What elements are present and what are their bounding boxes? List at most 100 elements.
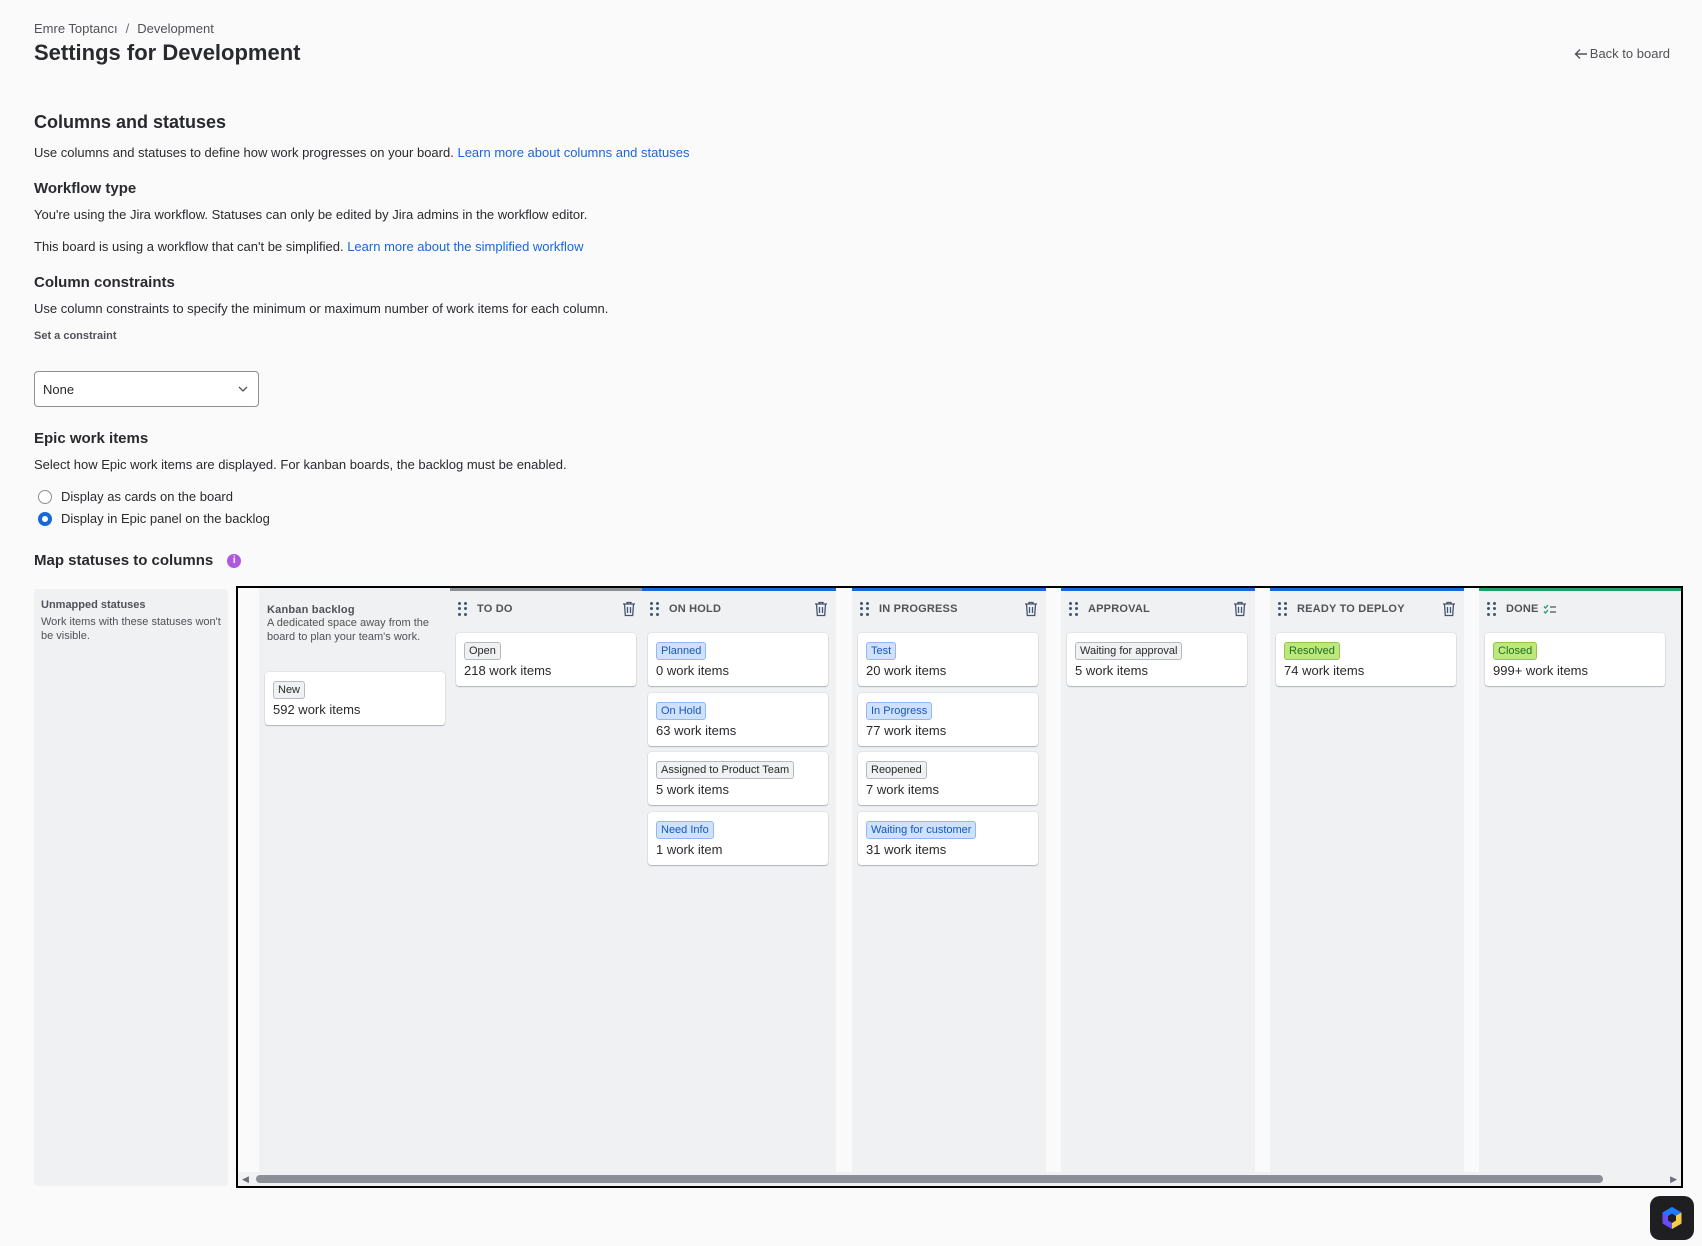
workflow-note-text: This board is using a workflow that can'… <box>34 239 344 254</box>
drag-handle-icon[interactable] <box>1487 602 1497 616</box>
scroll-right-arrow-icon[interactable]: ▶ <box>1670 1174 1677 1185</box>
trash-icon[interactable] <box>1442 601 1456 617</box>
status-lozenge: Closed <box>1493 642 1538 660</box>
status-count: 5 work items <box>1075 663 1148 678</box>
epic-option-panel-label: Display in Epic panel on the backlog <box>61 511 270 526</box>
column-header: READY TO DEPLOY <box>1270 591 1464 627</box>
status-count: 0 work items <box>656 663 729 678</box>
columns-section-title: Columns and statuses <box>34 112 227 132</box>
workflow-description: You're using the Jira workflow. Statuses… <box>34 207 588 222</box>
back-to-board-link[interactable]: Back to board <box>1574 46 1670 61</box>
map-title-text: Map statuses to columns <box>34 552 214 569</box>
columns-description-text: Use columns and statuses to define how w… <box>34 145 454 160</box>
column-header: DONE <box>1479 591 1681 627</box>
status-card-resolved[interactable]: Resolved 74 work items <box>1276 633 1456 686</box>
status-count: 1 work item <box>656 842 723 857</box>
epic-description: Select how Epic work items are displayed… <box>34 457 567 472</box>
breadcrumb-parent[interactable]: Emre Toptancı <box>34 21 118 36</box>
workflow-note: This board is using a workflow that can'… <box>34 239 934 254</box>
constraint-select[interactable]: None <box>34 371 259 407</box>
status-lozenge: Waiting for approval <box>1075 642 1183 660</box>
radio-unchecked[interactable] <box>38 489 52 504</box>
trash-icon[interactable] <box>814 601 828 617</box>
horizontal-scrollbar[interactable]: ◀ ▶ <box>238 1172 1681 1186</box>
drag-handle-icon[interactable] <box>860 602 870 616</box>
radio-checked[interactable] <box>38 511 52 526</box>
column-to-do[interactable]: TO DO Open 218 work items <box>450 588 644 1173</box>
status-lozenge: In Progress <box>866 702 933 720</box>
column-approval[interactable]: APPROVAL Waiting for approval 5 work ite… <box>1061 588 1255 1173</box>
columns-section-description: Use columns and statuses to define how w… <box>34 145 934 160</box>
backlog-description: A dedicated space away from the board to… <box>267 617 430 643</box>
trash-icon[interactable] <box>1024 601 1038 617</box>
info-icon[interactable]: i <box>227 553 242 568</box>
status-card-planned[interactable]: Planned 0 work items <box>648 633 828 686</box>
assistant-icon <box>1662 1207 1682 1229</box>
status-count: 218 work items <box>464 663 552 678</box>
column-name: APPROVAL <box>1088 603 1150 615</box>
status-lozenge: Planned <box>656 642 707 660</box>
status-lozenge: Waiting for customer <box>866 821 977 839</box>
kanban-backlog-column: Kanban backlog A dedicated space away fr… <box>259 588 453 1173</box>
assistant-button[interactable] <box>1650 1196 1694 1240</box>
constraint-select-label: Set a constraint <box>34 330 117 342</box>
status-card-need-info[interactable]: Need Info 1 work item <box>648 812 828 865</box>
status-card-test[interactable]: Test 20 work items <box>858 633 1038 686</box>
column-header: IN PROGRESS <box>852 591 1046 627</box>
column-header: APPROVAL <box>1061 591 1255 627</box>
status-card-reopened[interactable]: Reopened 7 work items <box>858 752 1038 805</box>
columns-board: Kanban backlog A dedicated space away fr… <box>236 586 1683 1188</box>
status-lozenge: Open <box>464 642 501 660</box>
learn-more-columns-link[interactable]: Learn more about columns and statuses <box>457 145 689 160</box>
status-card-waiting-for-approval[interactable]: Waiting for approval 5 work items <box>1067 633 1247 686</box>
epic-option-panel[interactable]: Display in Epic panel on the backlog <box>38 511 270 526</box>
unmapped-title: Unmapped statuses <box>41 599 146 611</box>
unmapped-description: Work items with these statuses won't be … <box>41 616 221 642</box>
breadcrumb-current[interactable]: Development <box>137 21 214 36</box>
column-done[interactable]: DONE Closed 999+ work items <box>1479 588 1681 1173</box>
drag-handle-icon[interactable] <box>1278 602 1288 616</box>
status-card-assigned-to-product-team[interactable]: Assigned to Product Team 5 work items <box>648 752 828 805</box>
drag-handle-icon[interactable] <box>1069 602 1079 616</box>
column-name: READY TO DEPLOY <box>1297 603 1405 615</box>
status-card-closed[interactable]: Closed 999+ work items <box>1485 633 1665 686</box>
status-count: 63 work items <box>656 723 737 738</box>
column-name: ON HOLD <box>669 603 722 615</box>
epic-option-cards[interactable]: Display as cards on the board <box>38 489 233 504</box>
status-lozenge: Assigned to Product Team <box>656 761 795 779</box>
unmapped-statuses-column: Unmapped statuses Work items with these … <box>34 589 228 1186</box>
drag-handle-icon[interactable] <box>650 602 660 616</box>
column-on-hold[interactable]: ON HOLD Planned 0 work items On Hold 63 … <box>642 588 836 1173</box>
status-card-open[interactable]: Open 218 work items <box>456 633 636 686</box>
status-lozenge: Test <box>866 642 897 660</box>
epic-option-cards-label: Display as cards on the board <box>61 489 233 504</box>
status-card-in-progress[interactable]: In Progress 77 work items <box>858 693 1038 746</box>
status-count: 999+ work items <box>1493 663 1589 678</box>
column-ready-to-deploy[interactable]: READY TO DEPLOY Resolved 74 work items <box>1270 588 1464 1173</box>
status-count: 5 work items <box>656 782 729 797</box>
done-checklist-icon <box>1543 604 1556 614</box>
drag-handle-icon[interactable] <box>458 602 468 616</box>
status-lozenge: Resolved <box>1284 642 1340 660</box>
status-count: 20 work items <box>866 663 947 678</box>
status-lozenge: New <box>273 681 306 699</box>
trash-icon[interactable] <box>1233 601 1247 617</box>
column-in-progress[interactable]: IN PROGRESS Test 20 work items In Progre… <box>852 588 1046 1173</box>
constraints-description: Use column constraints to specify the mi… <box>34 301 609 316</box>
status-count: 592 work items <box>273 702 361 717</box>
status-count: 77 work items <box>866 723 947 738</box>
learn-more-simplified-link[interactable]: Learn more about the simplified workflow <box>347 239 583 254</box>
scroll-left-arrow-icon[interactable]: ◀ <box>242 1174 249 1185</box>
trash-icon[interactable] <box>622 601 636 617</box>
status-card-waiting-for-customer[interactable]: Waiting for customer 31 work items <box>858 812 1038 865</box>
column-header: ON HOLD <box>642 591 836 627</box>
status-count: 31 work items <box>866 842 947 857</box>
status-card-new[interactable]: New 592 work items <box>265 672 445 725</box>
scroll-thumb[interactable] <box>256 1175 1603 1183</box>
constraint-select-value: None <box>43 381 75 397</box>
epic-section: Epic work items Select how Epic work ite… <box>34 430 934 472</box>
status-card-on-hold[interactable]: On Hold 63 work items <box>648 693 828 746</box>
column-name: IN PROGRESS <box>879 603 958 615</box>
status-lozenge: Reopened <box>866 761 927 779</box>
breadcrumb: Emre Toptancı / Development <box>34 21 214 36</box>
